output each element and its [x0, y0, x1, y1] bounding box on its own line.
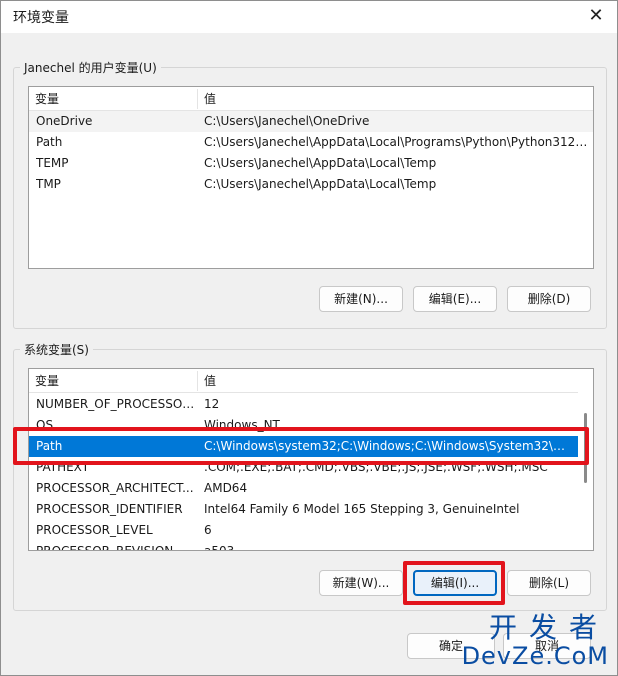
variable-value: C:\Users\Janechel\AppData\Local\Temp — [204, 156, 437, 170]
variable-value: 6 — [204, 523, 212, 537]
watermark-line1: 开发者 — [488, 611, 609, 644]
system-variables-label: 系统变量(S) — [20, 341, 93, 358]
table-row[interactable]: Path C:\Users\Janechel\AppData\Local\Pro… — [29, 132, 593, 153]
column-header-value[interactable]: 值 — [198, 87, 588, 111]
table-row[interactable]: PROCESSOR_REVISION a503 — [29, 541, 579, 551]
variable-name: PROCESSOR_ARCHITECT... — [36, 481, 194, 495]
variable-value: AMD64 — [204, 481, 248, 495]
variable-value: Intel64 Family 6 Model 165 Stepping 3, G… — [204, 502, 520, 516]
variable-value: C:\Users\Janechel\AppData\Local\Temp — [204, 177, 437, 191]
user-delete-button[interactable]: 删除(D) — [507, 286, 591, 312]
table-row[interactable]: PROCESSOR_ARCHITECT... AMD64 — [29, 478, 579, 499]
edit-button-highlight-box — [403, 561, 505, 605]
user-variables-list[interactable]: 变量 值 OneDrive C:\Users\Janechel\OneDrive… — [28, 86, 594, 269]
variable-name: NUMBER_OF_PROCESSORS — [36, 397, 198, 411]
column-header-name[interactable]: 变量 — [29, 87, 197, 111]
column-header-value[interactable]: 值 — [198, 369, 578, 393]
table-row[interactable]: TEMP C:\Users\Janechel\AppData\Local\Tem… — [29, 153, 593, 174]
close-icon[interactable]: ✕ — [585, 5, 607, 27]
variable-name: Path — [36, 135, 63, 149]
table-row[interactable]: OneDrive C:\Users\Janechel\OneDrive — [29, 111, 593, 132]
system-new-button[interactable]: 新建(W)... — [319, 570, 403, 596]
variable-value: 12 — [204, 397, 220, 411]
watermark-line2: DevZe.CoM — [461, 642, 609, 670]
list-header: 变量 值 — [29, 369, 593, 393]
window-title: 环境变量 — [13, 10, 69, 26]
path-highlight-box — [13, 427, 589, 465]
table-row[interactable]: NUMBER_OF_PROCESSORS 12 — [29, 394, 579, 415]
variable-value: C:\Users\Janechel\OneDrive — [204, 114, 370, 128]
variable-value: C:\Users\Janechel\AppData\Local\Programs… — [204, 135, 589, 149]
variable-name: PROCESSOR_LEVEL — [36, 523, 153, 537]
title-bar: 环境变量 ✕ — [1, 1, 617, 33]
variable-name: PROCESSOR_IDENTIFIER — [36, 502, 183, 516]
environment-variables-dialog: 环境变量 ✕ Janechel 的用户变量(U) 变量 值 OneDrive C… — [0, 0, 618, 676]
user-new-button[interactable]: 新建(N)... — [319, 286, 403, 312]
user-edit-button[interactable]: 编辑(E)... — [413, 286, 497, 312]
user-variables-group: Janechel 的用户变量(U) 变量 值 OneDrive C:\Users… — [13, 59, 607, 329]
table-row[interactable]: PROCESSOR_LEVEL 6 — [29, 520, 579, 541]
variable-name: OneDrive — [36, 114, 93, 128]
watermark-logo: 开发者 DevZe.CoM — [461, 611, 609, 670]
system-variables-group: 系统变量(S) 变量 值 NUMBER_OF_PROCESSORS 12 OS … — [13, 341, 607, 611]
user-variables-label: Janechel 的用户变量(U) — [20, 59, 161, 76]
table-row[interactable]: TMP C:\Users\Janechel\AppData\Local\Temp — [29, 174, 593, 195]
system-delete-button[interactable]: 删除(L) — [507, 570, 591, 596]
column-header-name[interactable]: 变量 — [29, 369, 197, 393]
list-header: 变量 值 — [29, 87, 593, 111]
variable-name: PROCESSOR_REVISION — [36, 544, 174, 551]
variable-value: a503 — [204, 544, 235, 551]
variable-name: TMP — [36, 177, 61, 191]
variable-name: TEMP — [36, 156, 69, 170]
table-row[interactable]: PROCESSOR_IDENTIFIER Intel64 Family 6 Mo… — [29, 499, 579, 520]
